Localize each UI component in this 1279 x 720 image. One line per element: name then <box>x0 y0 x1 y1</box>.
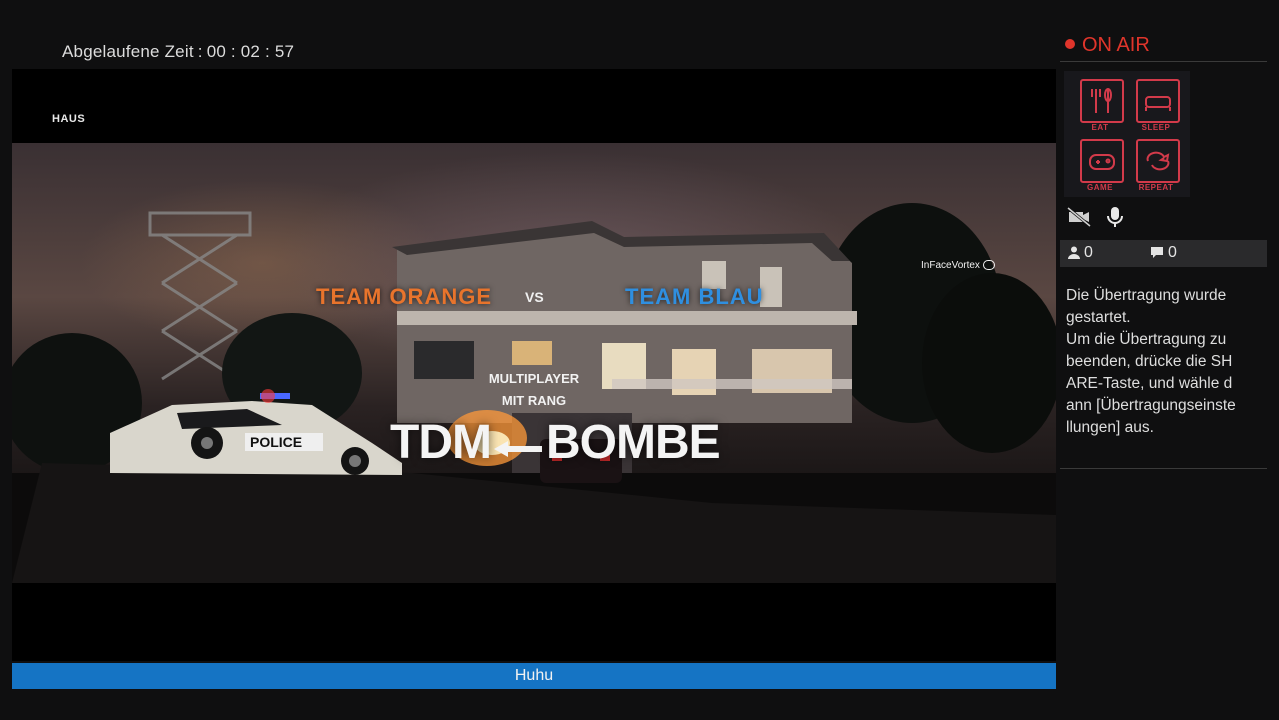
onair-label: ON AIR <box>1082 34 1150 56</box>
bed-icon <box>1136 79 1180 123</box>
arrow-icon <box>494 441 542 457</box>
stats-bar: 0 0 <box>1060 240 1267 267</box>
elapsed-label: Abgelaufene Zeit <box>62 42 194 61</box>
team-blue-label: TEAM BLAU <box>625 284 764 309</box>
viewer-count-value: 0 <box>1084 244 1093 261</box>
mode-title-right: BOMBE <box>546 416 721 469</box>
avatar-eat-label: EAT <box>1091 123 1109 132</box>
repeat-icon <box>1136 139 1180 183</box>
divider <box>1060 468 1267 469</box>
divider <box>1060 61 1267 62</box>
elapsed-value: 00 : 02 : 57 <box>206 42 295 61</box>
avatar-repeat-label: REPEAT <box>1138 183 1174 192</box>
onair-indicator: ON AIR <box>1065 34 1150 57</box>
person-icon <box>1068 246 1080 260</box>
avatar-sleep-label: SLEEP <box>1141 123 1171 132</box>
avatar-game-label: GAME <box>1087 183 1113 192</box>
vs-label: VS <box>525 289 544 305</box>
comment-count: 0 <box>1150 244 1177 262</box>
mode-line-2: MIT RANG <box>501 393 567 408</box>
watermark-text: InFaceVortex <box>921 260 980 271</box>
microphone-icon <box>1107 207 1124 227</box>
gamepad-icon <box>1080 139 1124 183</box>
elapsed-time: Abgelaufene Zeit:00 : 02 : 57 <box>62 42 295 61</box>
mode-line-1: MULTIPLAYER <box>488 371 580 386</box>
team-orange-label: TEAM ORANGE <box>316 284 492 309</box>
viewer-count: 0 <box>1068 244 1093 262</box>
house-scene-illustration: POLICE <box>12 203 1056 583</box>
comment-count-value: 0 <box>1168 244 1177 261</box>
channel-avatar: EAT SLEEP GAME REPEAT <box>1064 71 1190 197</box>
police-car: POLICE <box>110 389 402 475</box>
live-dot-icon <box>1065 38 1075 49</box>
police-label: POLICE <box>250 434 302 450</box>
map-name: HAUS <box>52 113 86 125</box>
broadcast-title-bar: Huhu <box>12 663 1056 689</box>
loading-screen-art: POLICE <box>12 143 1056 583</box>
media-status-icons <box>1066 206 1124 228</box>
mode-title-left: TDM <box>390 416 492 469</box>
comment-icon <box>1151 247 1163 259</box>
channel-watermark: InFaceVortex <box>921 260 995 271</box>
fork-knife-icon <box>1080 79 1124 123</box>
broadcast-message: Die Übertragung wurde gestartet. Um die … <box>1066 287 1236 436</box>
camera-off-icon <box>1067 206 1091 228</box>
controller-icon <box>982 260 995 271</box>
game-viewport[interactable]: HAUS POLICE TEAM ORANGE VS TEAM BLAU InF… <box>12 69 1056 661</box>
